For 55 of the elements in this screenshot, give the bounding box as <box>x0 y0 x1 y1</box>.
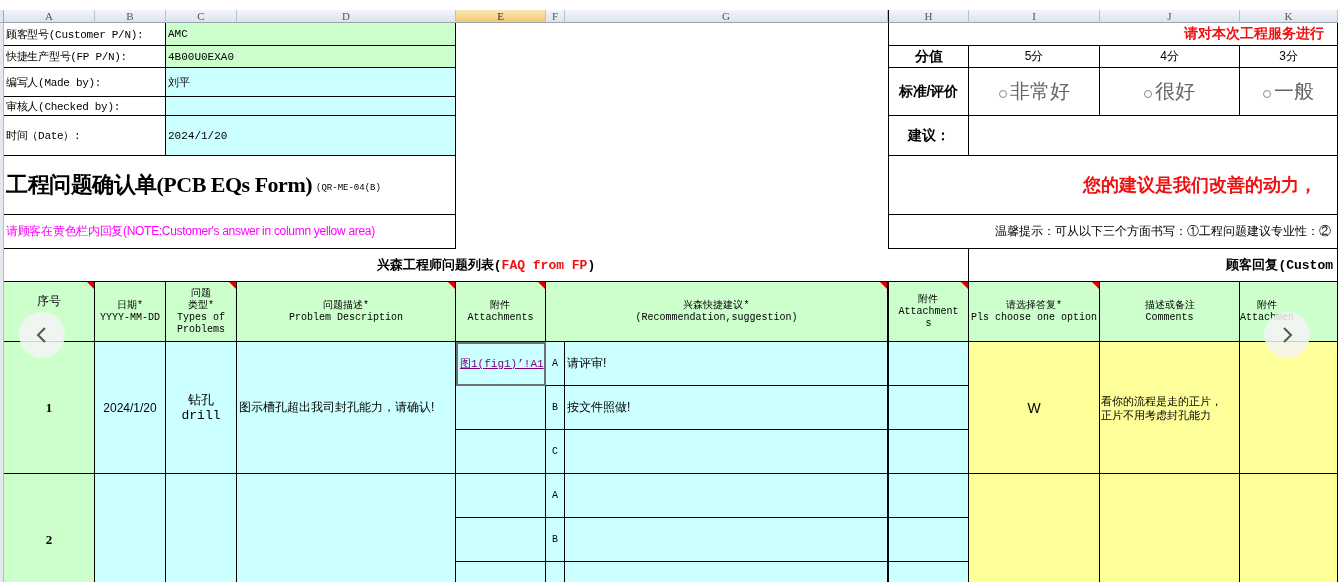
field-value: 刘平 <box>166 68 456 97</box>
column-heading: 问题 类型* Types of Problems <box>177 287 225 336</box>
column-header[interactable]: F <box>546 10 565 23</box>
column-heading: 附件 Attachments <box>467 299 534 324</box>
row-label: 分值 <box>888 46 969 68</box>
field-value: 2024/1/20 <box>166 116 456 156</box>
rating-option[interactable]: 非常好 <box>1009 78 1070 105</box>
table-cell: 2024/1/20 <box>95 342 166 474</box>
column-header[interactable]: G <box>565 10 888 23</box>
slogan-text: 您的建议是我们改善的动力， <box>888 156 1338 215</box>
column-header[interactable]: J <box>1100 10 1240 23</box>
score-label: 5分 <box>969 46 1100 68</box>
column-heading: 描述或备注 Comments <box>1144 299 1195 324</box>
table-cell: W <box>969 342 1100 474</box>
column-header[interactable]: E <box>456 10 546 23</box>
score-label: 3分 <box>1240 46 1338 68</box>
rating-option[interactable]: 一般 <box>1274 78 1314 105</box>
table-cell: 看你的流程是走的正片， 正片不用考虑封孔能力 <box>1100 342 1240 474</box>
table-cell: B <box>546 518 565 562</box>
table-cell: B <box>546 386 565 430</box>
field-value: 4B00U0EXA0 <box>166 46 456 68</box>
column-heading: 请选择答复* Pls choose one option <box>971 299 1097 324</box>
rating-option[interactable]: 很好 <box>1155 78 1195 105</box>
table-cell: A <box>546 342 565 386</box>
column-heading: 序号 <box>37 296 61 308</box>
tip-text: 温馨提示：可从以下三个方面书写：①工程问题建议专业性：② <box>888 215 1338 249</box>
table-cell: 钻孔 drill <box>166 342 237 474</box>
table-cell: A <box>546 474 565 518</box>
table-cell: 2 <box>4 474 95 582</box>
form-title: 工程问题确认单(PCB EQs Form) <box>6 171 313 199</box>
field-value: AMC <box>166 23 456 46</box>
score-label: 4分 <box>1100 46 1240 68</box>
column-heading: 日期* YYYY-MM-DD <box>100 299 160 324</box>
column-heading: 问题描述* Problem Description <box>289 299 403 324</box>
row-label: 标准/评价 <box>888 68 969 116</box>
column-header[interactable]: D <box>237 10 456 23</box>
column-header[interactable]: H <box>888 10 969 23</box>
field-label: 审核人(Checked by): <box>4 97 166 116</box>
table-cell: 按文件照做! <box>565 386 888 430</box>
table-cell: 请评审! <box>565 342 888 386</box>
column-heading: 附件 Attachment s <box>898 293 959 330</box>
form-code: (QR-ME-04(B) <box>316 183 381 193</box>
table-cell: 图示槽孔超出我司封孔能力，请确认! <box>237 342 456 474</box>
column-header[interactable]: C <box>166 10 237 23</box>
table-cell: C <box>546 430 565 474</box>
attachment-link[interactable]: 图1(fig1)’!A1 <box>460 356 544 371</box>
table-cell: 1 <box>4 342 95 474</box>
column-heading: 兴森快捷建议* (Recommendation,suggestion) <box>635 299 798 324</box>
column-header[interactable]: A <box>4 10 95 23</box>
rating-title: 请对本次工程服务进行 <box>888 23 1338 46</box>
column-header[interactable]: I <box>969 10 1100 23</box>
note-text: 请顾客在黄色栏内回复(NOTE:Customer's answer in column yellow area) <box>4 215 456 249</box>
corner-cell <box>0 10 4 23</box>
column-header[interactable]: B <box>95 10 166 23</box>
column-header[interactable]: K <box>1240 10 1338 23</box>
